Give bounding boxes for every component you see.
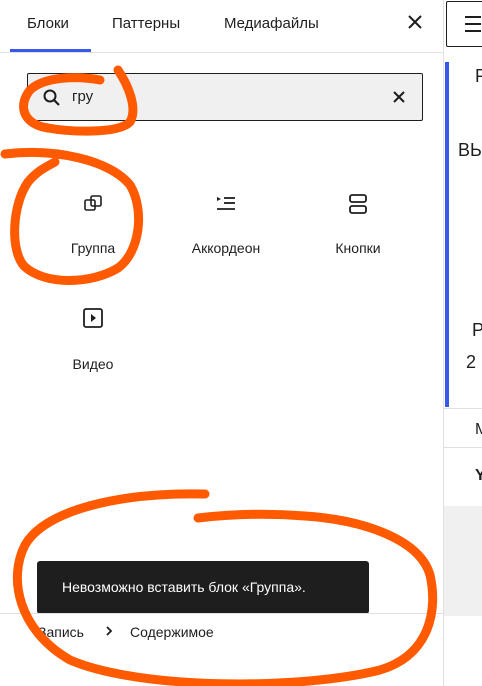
editor-text-fragment: 2 <box>466 352 477 372</box>
divider <box>444 408 482 409</box>
search-icon <box>43 89 60 106</box>
video-icon <box>83 308 103 328</box>
block-item-buttons[interactable]: Кнопки <box>302 192 414 262</box>
block-label: Группа <box>70 240 116 256</box>
divider <box>444 447 482 448</box>
clear-search-icon[interactable] <box>392 90 406 104</box>
breadcrumb-item-content[interactable]: Содержимое <box>130 624 214 640</box>
block-label: Аккордеон <box>191 240 261 256</box>
editor-text-fragment: М <box>475 421 482 438</box>
editor-canvas-edge: Р ВЬ Р 2 М Y <box>443 0 482 686</box>
editor-text-fragment: Р <box>475 66 482 86</box>
editor-text-fragment: Y <box>475 467 482 484</box>
inserter-tabs: Блоки Паттерны Медиафайлы <box>0 0 443 53</box>
block-item-group[interactable]: Группа <box>37 192 149 262</box>
block-inserter-panel: Блоки Паттерны Медиафайлы гру Группа Акк… <box>0 0 443 686</box>
notice-text: Невозможно вставить блок «Группа». <box>62 579 306 595</box>
active-tab-indicator <box>10 49 91 52</box>
snackbar-notice[interactable]: Невозможно вставить блок «Группа». <box>37 561 369 614</box>
close-icon[interactable] <box>406 13 424 31</box>
chevron-right-icon <box>106 626 113 636</box>
block-label: Видео <box>72 356 114 372</box>
editor-gray-area <box>444 506 482 616</box>
menu-button[interactable] <box>446 1 482 47</box>
accordion-icon <box>217 197 235 210</box>
block-search-field[interactable]: гру <box>27 73 423 121</box>
editor-text-fragment: Р <box>472 320 482 340</box>
group-icon <box>84 195 102 211</box>
search-input[interactable]: гру <box>72 88 93 105</box>
hamburger-icon <box>465 16 481 32</box>
breadcrumb: Запись Содержимое <box>0 613 443 651</box>
buttons-icon <box>349 194 367 214</box>
tab-patterns[interactable]: Паттерны <box>112 15 180 32</box>
block-item-video[interactable]: Видео <box>37 306 149 376</box>
block-item-accordion[interactable]: Аккордеон <box>170 192 282 262</box>
breadcrumb-item-post[interactable]: Запись <box>38 624 84 640</box>
editor-text-fragment: ВЬ <box>458 140 482 160</box>
tab-blocks[interactable]: Блоки <box>27 15 69 32</box>
tab-media[interactable]: Медиафайлы <box>224 15 319 32</box>
selected-block-outline <box>445 62 449 407</box>
block-label: Кнопки <box>335 240 381 256</box>
